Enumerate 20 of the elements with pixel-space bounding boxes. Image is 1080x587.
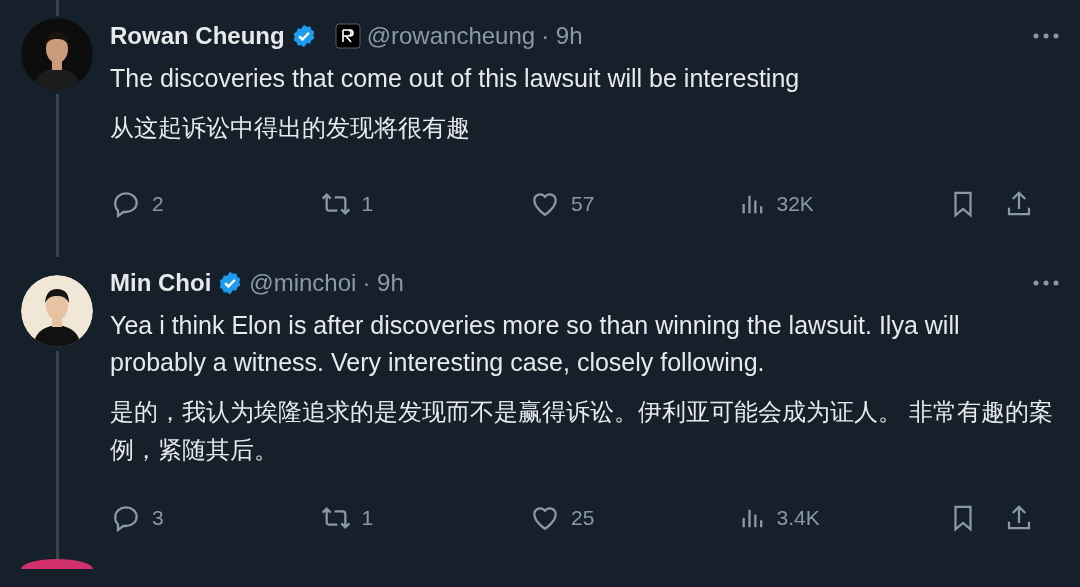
more-icon[interactable]: [1032, 32, 1060, 40]
repost-button[interactable]: 1: [319, 502, 529, 534]
views-button[interactable]: 3.4K: [738, 502, 948, 534]
reply-button[interactable]: 2: [110, 188, 320, 220]
translated-text: 从这起诉讼中得出的发现将很有趣: [110, 113, 471, 143]
author-handle[interactable]: @minchoi: [249, 265, 357, 301]
translated-text: 是的，我认为埃隆追求的是发现而不是赢得诉讼。伊利亚可能会成为证人。 非常有趣的案例，紧随其后。: [110, 397, 1054, 465]
author-name[interactable]: Rowan Cheung: [110, 18, 285, 54]
like-button[interactable]: 25: [529, 502, 739, 534]
tweet-text: Yea i think Elon is after discoveries more so than winning the lawsuit. Ilya will probably a witness. Very interesting case, closely following.: [110, 310, 961, 378]
views-button[interactable]: 32K: [738, 188, 948, 220]
author-name[interactable]: Min Choi: [110, 265, 212, 301]
tweet-text: The discoveries that come out of this lawsuit will be interesting: [110, 63, 801, 94]
repost-button[interactable]: 1: [319, 188, 529, 220]
timestamp[interactable]: · 9h: [541, 18, 583, 54]
reply-button[interactable]: 3: [110, 502, 320, 534]
more-icon[interactable]: [1032, 279, 1060, 287]
timestamp[interactable]: · 9h: [362, 265, 404, 301]
author-handle[interactable]: @rowancheung: [366, 18, 536, 54]
like-button[interactable]: 57: [529, 188, 739, 220]
